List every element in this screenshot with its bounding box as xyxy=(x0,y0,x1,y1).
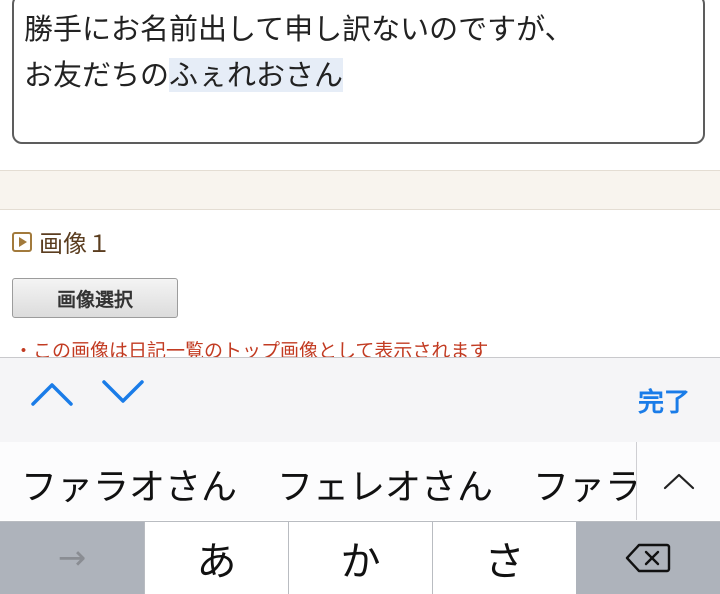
delete-key[interactable] xyxy=(576,522,720,594)
previous-field-chevron-up-icon[interactable] xyxy=(30,378,74,408)
expand-candidates-button[interactable] xyxy=(636,442,720,520)
image-section-heading: 画像１ xyxy=(12,224,111,259)
arrow-key[interactable]: → xyxy=(0,522,144,594)
key-sa[interactable]: さ xyxy=(432,522,576,594)
section-divider xyxy=(0,170,720,210)
keyboard-accessory-bar: 完了 xyxy=(0,357,720,443)
select-image-button[interactable]: 画像選択 xyxy=(12,278,178,318)
comment-textarea[interactable]: 勝手にお名前出して申し訳ないのですが、 お友だちのふぇれおさん xyxy=(12,0,705,144)
textarea-line-1: 勝手にお名前出して申し訳ないのですが、 xyxy=(24,12,574,46)
marked-text: ふぇれおさん xyxy=(169,58,344,92)
play-icon xyxy=(12,231,32,252)
next-field-chevron-down-icon[interactable] xyxy=(101,378,145,408)
keyboard: → あ か さ xyxy=(0,521,720,594)
candidate-item[interactable]: ファラ xyxy=(533,458,641,510)
image-heading-label: 画像１ xyxy=(39,230,111,258)
textarea-line-2-prefix: お友だちの xyxy=(24,58,170,92)
candidate-bar: ファラオさん フェレオさん ファラ xyxy=(0,442,720,520)
candidate-item[interactable]: フェレオさん xyxy=(277,458,493,510)
key-a[interactable]: あ xyxy=(144,522,288,594)
arrow-right-icon: → xyxy=(57,538,87,578)
key-ka[interactable]: か xyxy=(288,522,432,594)
done-button[interactable]: 完了 xyxy=(638,382,690,419)
chevron-up-icon xyxy=(663,473,695,490)
textarea-content: 勝手にお名前出して申し訳ないのですが、 お友だちのふぇれおさん xyxy=(24,6,574,98)
backspace-icon xyxy=(625,543,671,573)
candidate-item[interactable]: ファラオさん xyxy=(21,458,237,510)
